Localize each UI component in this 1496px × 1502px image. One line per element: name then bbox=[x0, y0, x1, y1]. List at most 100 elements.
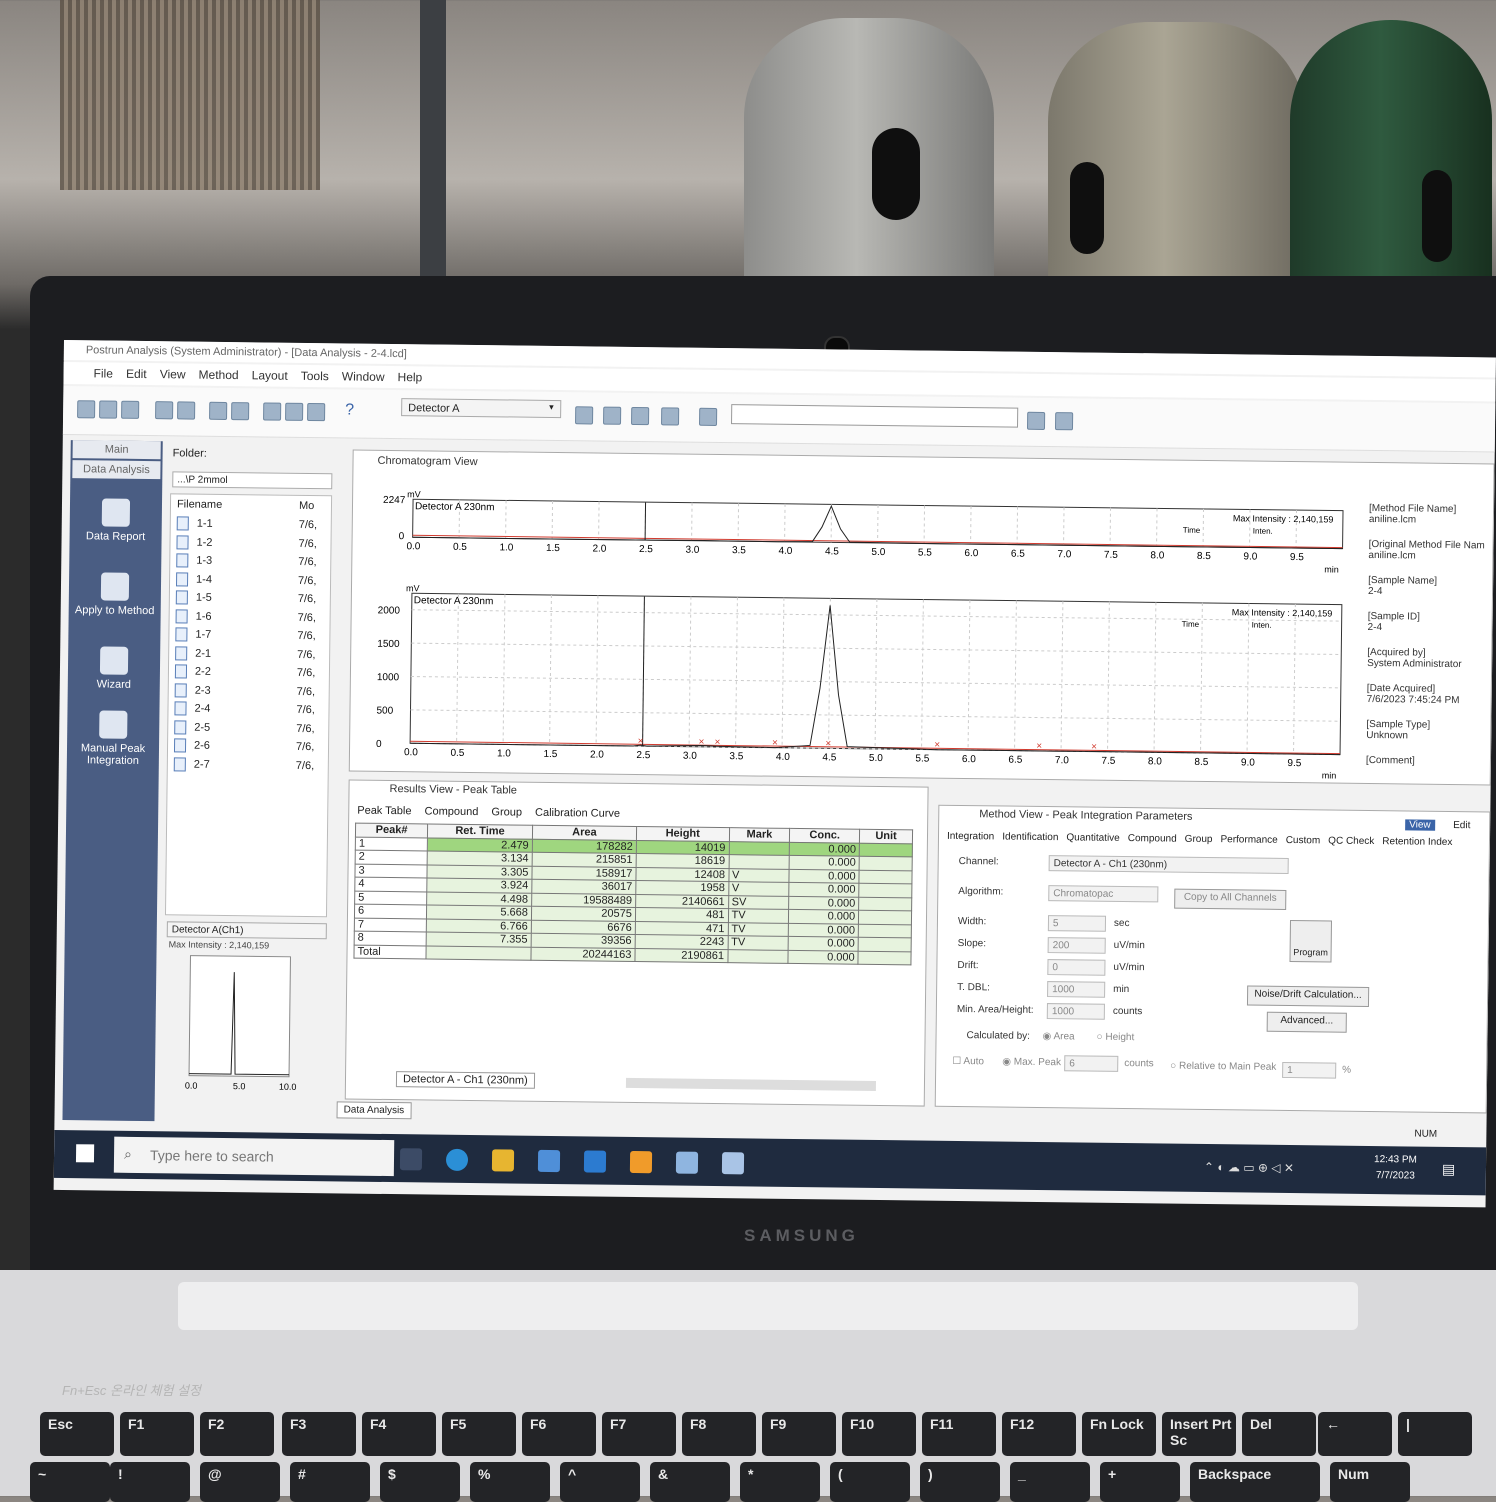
file-row[interactable]: 2-27/6, bbox=[169, 662, 329, 682]
col-modified[interactable]: Mo bbox=[299, 500, 314, 512]
taskbar-search[interactable]: Type here to search bbox=[114, 1137, 394, 1176]
relative-main-peak-radio[interactable]: ○ Relative to Main Peak bbox=[1170, 1061, 1276, 1073]
auto-checkbox[interactable]: ☐ Auto bbox=[952, 1056, 984, 1067]
algorithm-select[interactable]: Chromatopac bbox=[1048, 885, 1158, 902]
file-row[interactable]: 1-27/6, bbox=[170, 533, 330, 553]
min-area-height-input[interactable]: 1000 bbox=[1047, 1003, 1105, 1020]
tdbl-input[interactable]: 1000 bbox=[1047, 981, 1105, 998]
view-button[interactable]: View bbox=[1405, 819, 1435, 830]
manual-peak-integration-button[interactable]: Manual Peak Integration bbox=[67, 710, 160, 767]
tray-icons[interactable]: ⌃ ◐ ☁ ▭ ⊕ ◁ ✕ bbox=[1204, 1160, 1294, 1175]
detector-select[interactable]: Detector A bbox=[401, 398, 561, 418]
notification-icon[interactable]: ▤ bbox=[1442, 1161, 1455, 1178]
copy-to-all-channels-button[interactable]: Copy to All Channels bbox=[1174, 889, 1286, 910]
tab-custom[interactable]: Custom bbox=[1286, 835, 1321, 846]
mail-icon[interactable] bbox=[584, 1150, 606, 1172]
advanced-button[interactable]: Advanced... bbox=[1267, 1012, 1347, 1033]
store-icon[interactable] bbox=[538, 1150, 560, 1172]
slope-input[interactable]: 200 bbox=[1048, 937, 1106, 954]
file-row[interactable]: 1-67/6, bbox=[170, 607, 330, 627]
column-header[interactable]: Peak# bbox=[355, 823, 427, 837]
max-peak-radio[interactable]: ◉ Max. Peak bbox=[1002, 1057, 1061, 1069]
tab-data-analysis-doc[interactable]: Data Analysis bbox=[337, 1101, 412, 1119]
file-row[interactable]: 2-57/6, bbox=[168, 718, 328, 738]
zoom-fit-icon[interactable] bbox=[1027, 412, 1045, 430]
zoom-reset-icon[interactable] bbox=[1055, 412, 1073, 430]
width-input[interactable]: 5 bbox=[1048, 915, 1106, 932]
calc-area-radio[interactable]: ◉ Area bbox=[1042, 1031, 1074, 1042]
view-single-icon[interactable] bbox=[263, 402, 281, 420]
data-report-button[interactable]: Data Report bbox=[70, 498, 163, 543]
file-row[interactable]: 1-47/6, bbox=[170, 570, 330, 590]
relative-input[interactable]: 1 bbox=[1282, 1062, 1336, 1079]
tab-identification[interactable]: Identification bbox=[1002, 832, 1058, 844]
undo-icon[interactable] bbox=[575, 406, 593, 424]
copy-icon[interactable] bbox=[631, 407, 649, 425]
print-icon[interactable] bbox=[121, 401, 139, 419]
tab-compound[interactable]: Compound bbox=[424, 805, 478, 818]
calc-height-radio[interactable]: ○ Height bbox=[1096, 1032, 1134, 1043]
mini-detector-select[interactable]: Detector A(Ch1) bbox=[167, 921, 327, 939]
help-icon[interactable]: ? bbox=[345, 401, 354, 419]
tab-group[interactable]: Group bbox=[1185, 834, 1213, 845]
tab-performance[interactable]: Performance bbox=[1220, 834, 1277, 846]
windows-start-icon[interactable] bbox=[76, 1144, 94, 1162]
preview-icon[interactable] bbox=[155, 401, 173, 419]
file-row[interactable]: 2-37/6, bbox=[169, 681, 329, 701]
edit-button[interactable]: Edit bbox=[1453, 820, 1470, 831]
report-icon[interactable] bbox=[603, 407, 621, 425]
tab-calibration-curve[interactable]: Calibration Curve bbox=[535, 807, 620, 820]
tab-main[interactable]: Main bbox=[73, 440, 161, 459]
max-peak-input[interactable]: 6 bbox=[1064, 1055, 1118, 1072]
horizontal-scrollbar[interactable] bbox=[626, 1078, 876, 1091]
save-icon[interactable] bbox=[99, 400, 117, 418]
tab-retention-index[interactable]: Retention Index bbox=[1382, 836, 1452, 848]
menu-file[interactable]: File bbox=[93, 362, 113, 384]
menu-layout[interactable]: Layout bbox=[252, 364, 288, 386]
file-row[interactable]: 1-37/6, bbox=[170, 551, 330, 571]
view-chart-icon[interactable] bbox=[307, 403, 325, 421]
edge-icon[interactable] bbox=[446, 1149, 468, 1171]
channel-select[interactable]: Detector A - Ch1 (230nm) bbox=[1049, 855, 1289, 874]
tab-integration[interactable]: Integration bbox=[947, 831, 994, 843]
column-header[interactable]: Unit bbox=[860, 829, 913, 843]
tab-compound[interactable]: Compound bbox=[1128, 833, 1177, 845]
taskbar-date[interactable]: 7/7/2023 bbox=[1376, 1170, 1415, 1181]
tab-group[interactable]: Group bbox=[491, 806, 522, 818]
file-row[interactable]: 2-67/6, bbox=[168, 736, 328, 756]
noise-drift-calculation-button[interactable]: Noise/Drift Calculation... bbox=[1247, 986, 1369, 1007]
toolbar-text-field[interactable] bbox=[731, 404, 1018, 428]
task-view-icon[interactable] bbox=[400, 1148, 422, 1170]
menu-tools[interactable]: Tools bbox=[301, 365, 329, 387]
file-row[interactable]: 1-17/6, bbox=[171, 514, 331, 534]
integration-icon[interactable] bbox=[699, 408, 717, 426]
file-row[interactable]: 2-77/6, bbox=[168, 755, 328, 775]
labsolutions-icon[interactable] bbox=[630, 1151, 652, 1173]
file-row[interactable]: 1-57/6, bbox=[170, 588, 330, 608]
col-filename[interactable]: Filename bbox=[177, 498, 222, 511]
tab-detector-ch1[interactable]: Detector A - Ch1 (230nm) bbox=[396, 1071, 535, 1089]
compare-icon[interactable] bbox=[231, 402, 249, 420]
postrun-icon[interactable] bbox=[676, 1152, 698, 1174]
tab-peak-table[interactable]: Peak Table bbox=[357, 805, 411, 818]
menu-help[interactable]: Help bbox=[397, 366, 422, 388]
file-row[interactable]: 2-17/6, bbox=[169, 644, 329, 664]
view-split-icon[interactable] bbox=[285, 403, 303, 421]
layout-icon[interactable] bbox=[209, 402, 227, 420]
drift-input[interactable]: 0 bbox=[1047, 959, 1105, 976]
column-header[interactable]: Conc. bbox=[790, 828, 860, 842]
file-explorer-icon[interactable] bbox=[492, 1149, 514, 1171]
column-header[interactable]: Ret. Time bbox=[428, 824, 533, 839]
analysis-app-icon[interactable] bbox=[722, 1152, 744, 1174]
tab-quantitative[interactable]: Quantitative bbox=[1066, 832, 1120, 844]
folder-select[interactable]: ...\P 2mmol bbox=[172, 471, 332, 489]
wizard-button[interactable]: Wizard bbox=[68, 646, 161, 691]
taskbar-time[interactable]: 12:43 PM bbox=[1374, 1154, 1417, 1166]
tab-data-analysis[interactable]: Data Analysis bbox=[72, 460, 160, 479]
menu-edit[interactable]: Edit bbox=[126, 363, 147, 385]
search-icon[interactable] bbox=[177, 401, 195, 419]
column-header[interactable]: Mark bbox=[729, 828, 790, 842]
file-row[interactable]: 1-77/6, bbox=[169, 625, 329, 645]
tab-qc-check[interactable]: QC Check bbox=[1328, 835, 1374, 847]
column-header[interactable]: Area bbox=[532, 825, 636, 840]
